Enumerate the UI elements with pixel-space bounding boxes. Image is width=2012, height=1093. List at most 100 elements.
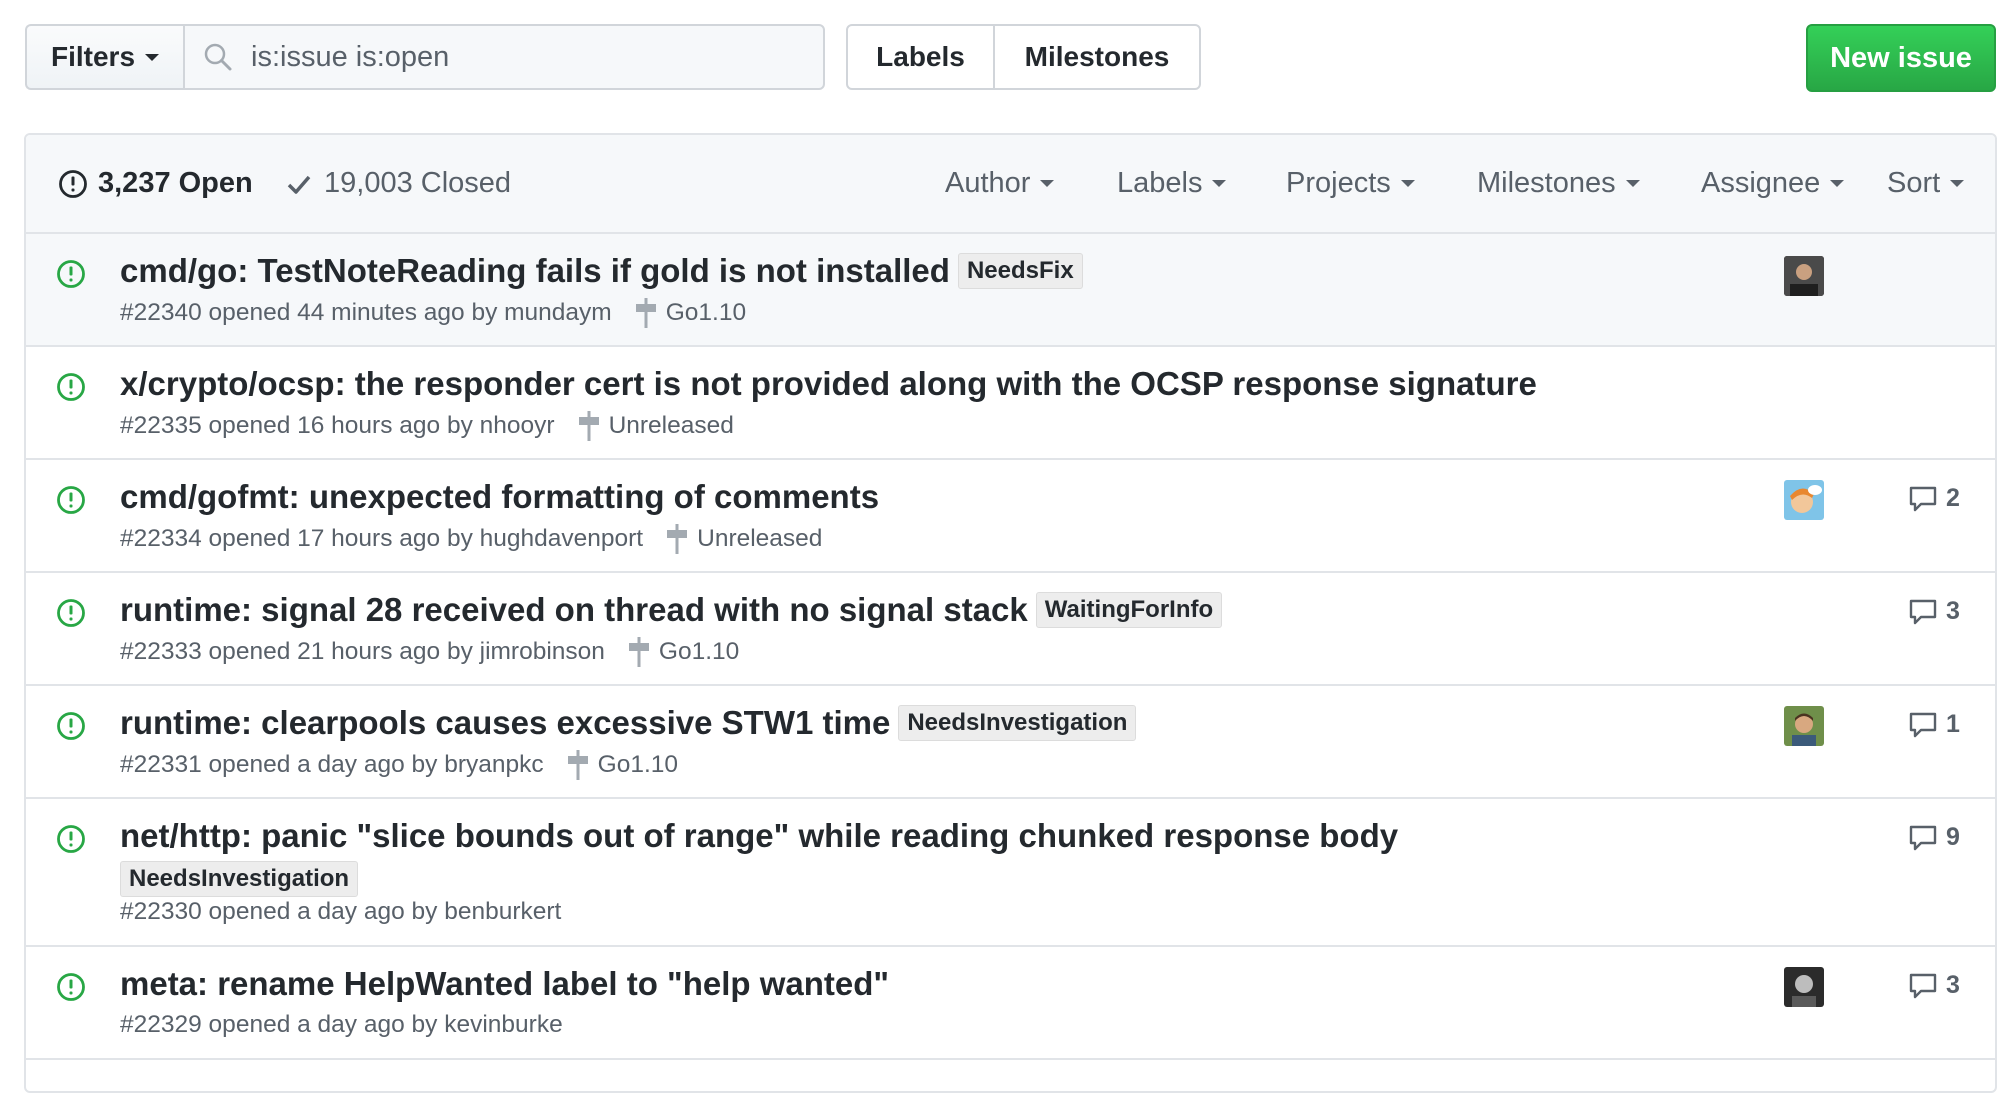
closed-issues-tab[interactable]: 19,003 Closed [284,135,511,232]
milestone-label: Unreleased [608,412,734,439]
comments-count: 3 [1946,597,1960,625]
comment-icon [1909,973,1937,998]
comment-icon [1909,486,1937,511]
label-badge[interactable]: NeedsInvestigation [120,861,359,897]
issue-opened-icon [57,260,85,288]
issue-title-link[interactable]: cmd/go: TestNoteReading fails if gold is… [120,252,950,289]
issue-title-link[interactable]: cmd/gofmt: unexpected formatting of comm… [120,478,879,515]
issue-meta: #22335 opened 16 hours ago by nhooyr Unr… [120,411,734,441]
milestone-label: Unreleased [697,525,823,552]
comment-icon [1909,712,1937,737]
avatar[interactable] [1784,967,1824,1007]
labels-filter[interactable]: Labels [1117,135,1227,232]
issue-title-link[interactable]: runtime: signal 28 received on thread wi… [120,591,1028,628]
issue-title-link[interactable]: x/crypto/ocsp: the responder cert is not… [120,365,1537,402]
milestone-icon [628,637,649,667]
comments-link[interactable]: 9 [1908,823,1960,852]
issue-row[interactable]: cmd/gofmt: unexpected formatting of comm… [26,460,1995,573]
label-badge[interactable]: NeedsFix [957,253,1083,289]
issue-title-link[interactable]: runtime: clearpools causes excessive STW… [120,704,890,741]
chevron-down-icon [1950,180,1965,187]
comments-link[interactable]: 3 [1908,597,1960,626]
milestone-link[interactable]: Go1.10 [634,298,746,328]
open-count: 3,237 Open [98,167,253,199]
issue-meta-text: #22329 opened a day ago by kevinburke [120,1011,563,1038]
comment-icon [1909,599,1937,624]
comments-link[interactable]: 1 [1908,710,1960,739]
issue-meta-text: #22330 opened a day ago by benburkert [120,898,562,925]
avatar[interactable] [1784,480,1824,520]
issue-opened-icon [57,486,85,514]
issue-meta: #22340 opened 44 minutes ago by mundaym … [120,298,746,328]
label-badge[interactable]: WaitingForInfo [1035,592,1223,628]
issue-row[interactable]: x/crypto/ocsp: the responder cert is not… [26,347,1995,460]
comments-count: 1 [1946,710,1960,738]
projects-filter[interactable]: Projects [1286,135,1415,232]
issue-opened-icon [59,169,87,198]
label-badge[interactable]: NeedsInvestigation [898,705,1137,741]
issue-meta: #22333 opened 21 hours ago by jimrobinso… [120,637,739,667]
sort-filter[interactable]: Sort [1887,135,1965,232]
filters-button[interactable]: Filters [25,24,183,90]
milestone-link[interactable]: Unreleased [665,524,822,554]
issue-meta: #22330 opened a day ago by benburkert [120,898,561,926]
milestones-filter-label: Milestones [1477,167,1616,199]
comments-link[interactable]: 3 [1908,971,1960,1000]
comments-count: 9 [1946,823,1960,851]
milestones-filter[interactable]: Milestones [1477,135,1640,232]
milestone-icon [667,524,688,554]
chevron-down-icon [1212,180,1227,187]
issue-meta-text: #22335 opened 16 hours ago by nhooyr [120,412,555,439]
milestone-link[interactable]: Go1.10 [627,637,739,667]
milestone-icon [635,298,656,328]
milestone-label: Go1.10 [665,299,747,326]
issue-row[interactable]: meta: rename HelpWanted label to "help w… [26,947,1995,1060]
issue-meta-text: #22331 opened a day ago by bryanpkc [120,751,544,778]
comment-icon [1909,825,1937,850]
comments-link[interactable]: 2 [1908,484,1960,513]
chevron-down-icon [1830,180,1845,187]
milestones-button[interactable]: Milestones [993,24,1201,90]
search-icon [204,43,232,71]
new-issue-label: New issue [1830,41,1972,74]
issue-row[interactable]: runtime: clearpools causes excessive STW… [26,686,1995,799]
chevron-down-icon [1400,180,1415,187]
search-input[interactable] [249,39,793,75]
author-filter-label: Author [945,167,1031,199]
labels-button[interactable]: Labels [846,24,995,90]
search-field[interactable] [183,24,825,90]
issues-toolbar: Filters Labels Milestones New issue [0,0,2012,110]
chevron-down-icon [1040,180,1055,187]
filters-label: Filters [50,41,136,72]
milestone-link[interactable]: Unreleased [577,411,734,441]
issue-row[interactable]: net/http: panic "slice bounds out of ran… [26,799,1995,947]
new-issue-button[interactable]: New issue [1806,24,1996,92]
milestone-link[interactable]: Go1.10 [566,750,678,780]
comments-count: 2 [1946,484,1960,512]
issue-meta: #22329 opened a day ago by kevinburke [120,1011,563,1039]
assignee-filter-label: Assignee [1701,167,1821,199]
milestone-icon [567,750,588,780]
assignee-filter[interactable]: Assignee [1701,135,1845,232]
issue-title-link[interactable]: meta: rename HelpWanted label to "help w… [120,965,889,1002]
issue-opened-icon [57,973,85,1001]
author-filter[interactable]: Author [945,135,1055,232]
issue-opened-icon [57,825,85,853]
check-icon [287,175,311,194]
avatar[interactable] [1784,706,1824,746]
avatar[interactable] [1784,256,1824,296]
open-issues-tab[interactable]: 3,237 Open [58,135,253,232]
issues-list: 3,237 Open 19,003 Closed Author Labels P… [24,133,1997,1093]
sort-filter-label: Sort [1887,167,1941,199]
issue-row[interactable]: runtime: signal 28 received on thread wi… [26,573,1995,686]
closed-count: 19,003 Closed [324,167,512,199]
milestone-label: Go1.10 [658,638,740,665]
issue-row[interactable]: cmd/go: TestNoteReading fails if gold is… [26,234,1995,347]
issue-opened-icon [57,712,85,740]
issue-meta: #22331 opened a day ago by bryanpkc Go1.… [120,750,678,780]
issues-list-header: 3,237 Open 19,003 Closed Author Labels P… [26,135,1995,234]
issue-meta-text: #22340 opened 44 minutes ago by mundaym [120,299,612,326]
comments-count: 3 [1946,971,1960,999]
issue-title-link[interactable]: net/http: panic "slice bounds out of ran… [120,817,1398,854]
issue-opened-icon [57,373,85,401]
